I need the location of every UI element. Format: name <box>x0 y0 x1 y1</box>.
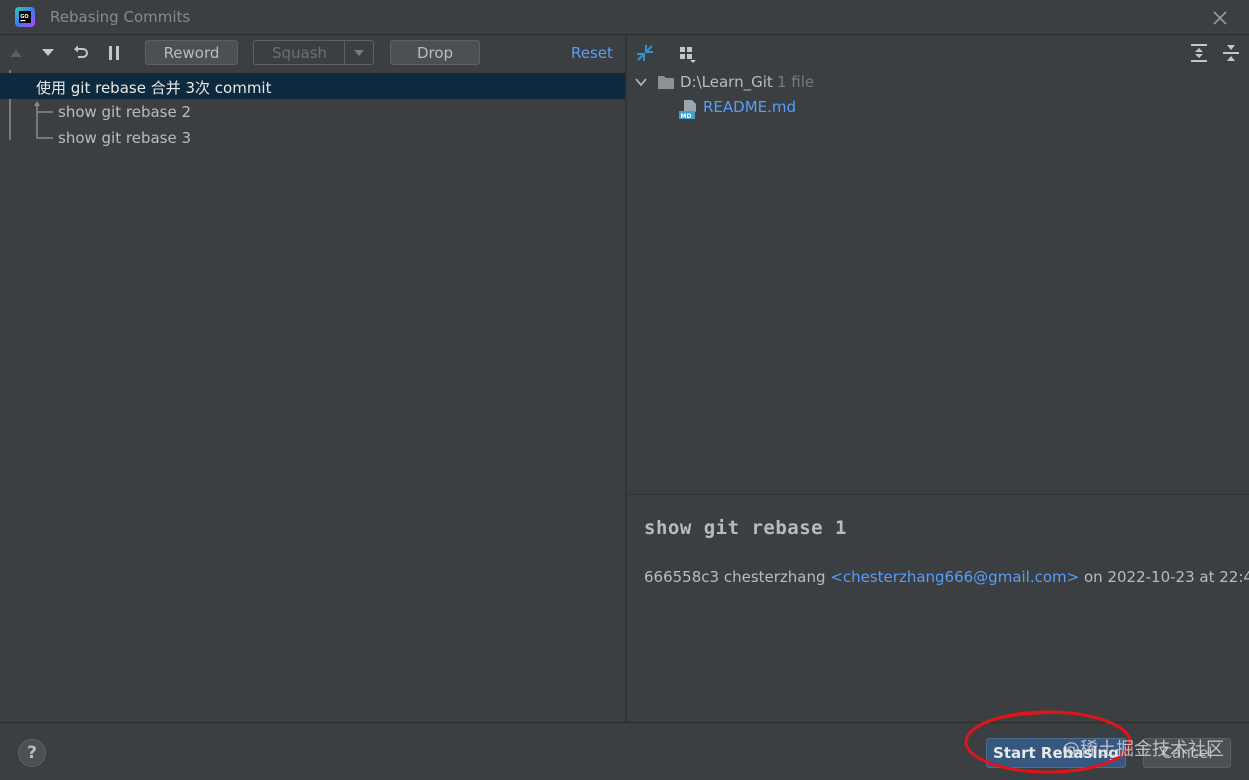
file-type-badge: MD <box>681 113 692 119</box>
author-email-link[interactable]: <chesterzhang666@gmail.com> <box>830 568 1079 586</box>
file-name: README.md <box>703 98 797 116</box>
move-up-icon[interactable] <box>4 36 28 70</box>
commit-meta: 666558c3 chesterzhang <chesterzhang666@g… <box>644 568 1249 586</box>
commit-message: 使用 git rebase 合并 3次 commit <box>36 79 272 97</box>
expand-all-icon[interactable] <box>1189 43 1209 67</box>
svg-text:GO: GO <box>20 14 28 20</box>
help-button[interactable]: ? <box>18 739 46 767</box>
reword-button[interactable]: Reword <box>145 40 238 65</box>
goland-logo-icon: GO <box>15 7 35 27</box>
commit-hash: 666558c3 <box>644 568 720 586</box>
chevron-down-icon[interactable] <box>635 77 647 87</box>
undo-icon[interactable] <box>69 36 93 70</box>
changes-toolbar <box>627 36 1249 70</box>
drop-button[interactable]: Drop <box>390 40 480 65</box>
commit-toolbar: Reword Squash Drop Reset <box>0 36 625 70</box>
cancel-button[interactable]: Cancel <box>1143 738 1231 768</box>
title-bar: GO Rebasing Commits <box>0 0 1249 35</box>
chevron-down-icon <box>354 49 364 56</box>
changes-tree: D:\Learn_Git 1 file MD README.md <box>627 70 1249 494</box>
squash-label: Squash <box>272 43 328 62</box>
group-by-icon[interactable] <box>678 44 698 68</box>
root-path: D:\Learn_Git <box>680 73 773 91</box>
commit-row[interactable]: 使用 git rebase 合并 3次 commit <box>0 73 625 99</box>
window-title: Rebasing Commits <box>50 8 191 26</box>
collapse-all-icon[interactable] <box>1221 43 1241 67</box>
commit-date: on 2022-10-23 at 22:47 <box>1084 568 1249 586</box>
commit-message: show git rebase 3 <box>58 129 192 147</box>
close-icon[interactable] <box>1210 8 1230 28</box>
folder-icon <box>658 76 674 89</box>
commit-list: 使用 git rebase 合并 3次 commit show git reba… <box>0 70 625 722</box>
commit-row[interactable]: show git rebase 2 <box>0 99 625 125</box>
show-diff-icon[interactable] <box>635 43 655 67</box>
commit-details: show git rebase 1 666558c3 chesterzhang … <box>627 495 1249 722</box>
commit-subject: show git rebase 1 <box>644 517 847 539</box>
root-file-count: 1 file <box>777 73 815 91</box>
markdown-file-icon: MD <box>679 100 696 119</box>
dialog-footer: ? Start Rebasing Cancel <box>0 723 1249 780</box>
squash-button[interactable]: Squash <box>253 40 374 65</box>
start-rebasing-button[interactable]: Start Rebasing <box>986 738 1126 768</box>
reset-link[interactable]: Reset <box>571 44 613 62</box>
commit-row[interactable]: show git rebase 3 <box>0 125 625 151</box>
commit-message: show git rebase 2 <box>58 103 192 121</box>
move-down-icon[interactable] <box>36 36 60 70</box>
commit-author: chesterzhang <box>723 568 826 586</box>
squash-dropdown-arrow[interactable] <box>344 41 373 64</box>
pause-icon[interactable] <box>102 36 126 70</box>
